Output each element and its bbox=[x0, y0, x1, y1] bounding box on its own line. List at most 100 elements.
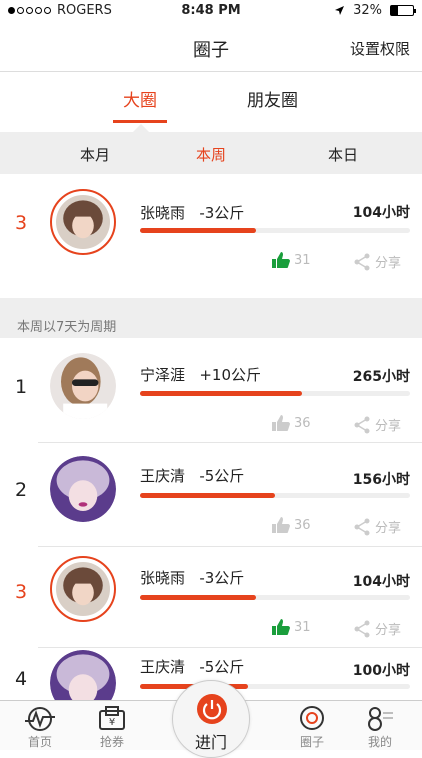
user-icon bbox=[368, 707, 393, 731]
tab-mine-label: 我的 bbox=[367, 735, 392, 749]
like-count: 36 bbox=[294, 415, 311, 431]
like-count: 31 bbox=[294, 252, 311, 268]
my-rank-entry[interactable]: 3 张晓雨 -3公斤 104小时 31 分享 bbox=[0, 174, 422, 298]
avatar[interactable] bbox=[50, 650, 116, 700]
thumbs-up-icon bbox=[272, 415, 290, 431]
user-name: 王庆清 bbox=[140, 658, 186, 676]
rank-number: 4 bbox=[15, 668, 28, 690]
avatar-photo bbox=[50, 456, 116, 522]
progress-bar bbox=[140, 684, 410, 689]
tab-day[interactable]: 本日 bbox=[328, 144, 358, 165]
share-button[interactable]: 分享 bbox=[353, 517, 401, 536]
share-icon bbox=[354, 620, 370, 637]
avatar-photo bbox=[50, 353, 116, 419]
hours: 156小时 bbox=[352, 472, 410, 488]
thumbs-up-icon bbox=[272, 517, 290, 533]
like-button[interactable]: 36 bbox=[272, 415, 311, 431]
circle-tabs: 大圈 朋友圈 bbox=[0, 72, 422, 132]
tab-mine[interactable]: 我的 bbox=[350, 705, 410, 750]
weight-change: -3公斤 bbox=[199, 569, 245, 587]
weight-change: -3公斤 bbox=[199, 204, 245, 222]
like-count: 31 bbox=[294, 619, 311, 635]
tab-friend-circle[interactable]: 朋友圈 bbox=[247, 86, 298, 111]
share-button[interactable]: 分享 bbox=[353, 415, 401, 434]
share-icon bbox=[354, 416, 370, 433]
tab-week[interactable]: 本周 bbox=[196, 144, 226, 165]
like-count: 36 bbox=[294, 517, 311, 533]
hours: 265小时 bbox=[352, 369, 410, 385]
home-icon bbox=[25, 707, 55, 731]
progress-bar bbox=[140, 391, 410, 396]
tab-month[interactable]: 本月 bbox=[80, 144, 110, 165]
progress-bar bbox=[140, 493, 410, 498]
user-name: 张晓雨 bbox=[140, 569, 186, 587]
user-name: 张晓雨 bbox=[140, 204, 186, 222]
thumbs-up-icon bbox=[272, 619, 290, 635]
battery-percent: 32% bbox=[353, 3, 382, 18]
share-icon bbox=[354, 253, 370, 270]
permission-settings-button[interactable]: 设置权限 bbox=[350, 38, 410, 59]
like-button[interactable]: 36 bbox=[272, 517, 311, 533]
user-name: 宁泽涯 bbox=[140, 366, 186, 384]
battery-icon bbox=[390, 5, 416, 16]
user-name-weight: 张晓雨 -3公斤 bbox=[140, 567, 244, 588]
share-icon bbox=[354, 518, 370, 535]
status-bar: ROGERS 8:48 PM 32% bbox=[0, 0, 422, 22]
rank-number: 2 bbox=[15, 479, 28, 501]
share-button[interactable]: 分享 bbox=[353, 252, 401, 271]
thumbs-up-icon bbox=[272, 252, 290, 268]
user-name: 王庆清 bbox=[140, 467, 186, 485]
user-name-weight: 张晓雨 -3公斤 bbox=[140, 202, 244, 223]
avatar[interactable] bbox=[50, 456, 116, 522]
progress-bar bbox=[140, 595, 410, 600]
tab-friend-circle-label: 朋友圈 bbox=[247, 91, 298, 111]
weight-change: -5公斤 bbox=[199, 467, 245, 485]
coupon-icon: ¥ bbox=[99, 706, 125, 730]
user-name-weight: 宁泽涯 +10公斤 bbox=[140, 364, 261, 385]
avatar[interactable] bbox=[50, 189, 116, 255]
weight-change: +10公斤 bbox=[199, 366, 261, 384]
avatar-photo bbox=[56, 195, 110, 249]
avatar[interactable] bbox=[50, 556, 116, 622]
progress-bar bbox=[140, 228, 410, 233]
hours: 104小时 bbox=[352, 574, 410, 590]
progress-fill bbox=[140, 391, 302, 396]
tab-home[interactable]: 首页 bbox=[10, 705, 70, 750]
tab-coupon[interactable]: ¥ 抢券 bbox=[82, 705, 142, 750]
tab-coupon-label: 抢券 bbox=[99, 735, 124, 749]
tab-big-circle[interactable]: 大圈 bbox=[113, 86, 167, 123]
list-item[interactable]: 1 宁泽涯 +10公斤 265小时 36 分享 bbox=[0, 338, 422, 442]
list-item[interactable]: 2 王庆清 -5公斤 156小时 36 分享 bbox=[0, 443, 422, 547]
share-button[interactable]: 分享 bbox=[353, 619, 401, 638]
rank-number: 3 bbox=[15, 212, 28, 234]
like-button[interactable]: 31 bbox=[272, 252, 311, 268]
location-icon bbox=[335, 6, 345, 15]
share-label: 分享 bbox=[375, 521, 402, 536]
nav-bar: 圈子 设置权限 bbox=[0, 22, 422, 72]
hours: 104小时 bbox=[352, 205, 410, 221]
active-tab-underline bbox=[113, 120, 167, 123]
circle-icon bbox=[300, 706, 324, 730]
rank-number: 1 bbox=[15, 376, 28, 398]
tab-caret-icon bbox=[133, 124, 149, 132]
avatar-photo bbox=[56, 562, 110, 616]
like-button[interactable]: 31 bbox=[272, 619, 311, 635]
tab-big-circle-label: 大圈 bbox=[123, 91, 157, 111]
progress-fill bbox=[140, 493, 275, 498]
tab-circle[interactable]: 圈子 bbox=[282, 705, 342, 750]
user-name-weight: 王庆清 -5公斤 bbox=[140, 465, 244, 486]
share-label: 分享 bbox=[375, 256, 402, 271]
status-right: 32% bbox=[334, 3, 416, 18]
hours: 100小时 bbox=[352, 663, 410, 679]
enter-label: 进门 bbox=[194, 733, 227, 752]
tab-home-label: 首页 bbox=[27, 735, 52, 749]
avatar-photo bbox=[50, 650, 116, 700]
user-name-weight: 王庆清 -5公斤 bbox=[140, 656, 244, 677]
rank-number: 3 bbox=[15, 581, 28, 603]
enter-button[interactable]: 进门 bbox=[172, 680, 250, 758]
power-icon bbox=[197, 694, 227, 724]
progress-fill bbox=[140, 228, 257, 233]
avatar[interactable] bbox=[50, 353, 116, 419]
progress-fill bbox=[140, 595, 257, 600]
list-item[interactable]: 3 张晓雨 -3公斤 104小时 31 分享 bbox=[0, 547, 422, 647]
